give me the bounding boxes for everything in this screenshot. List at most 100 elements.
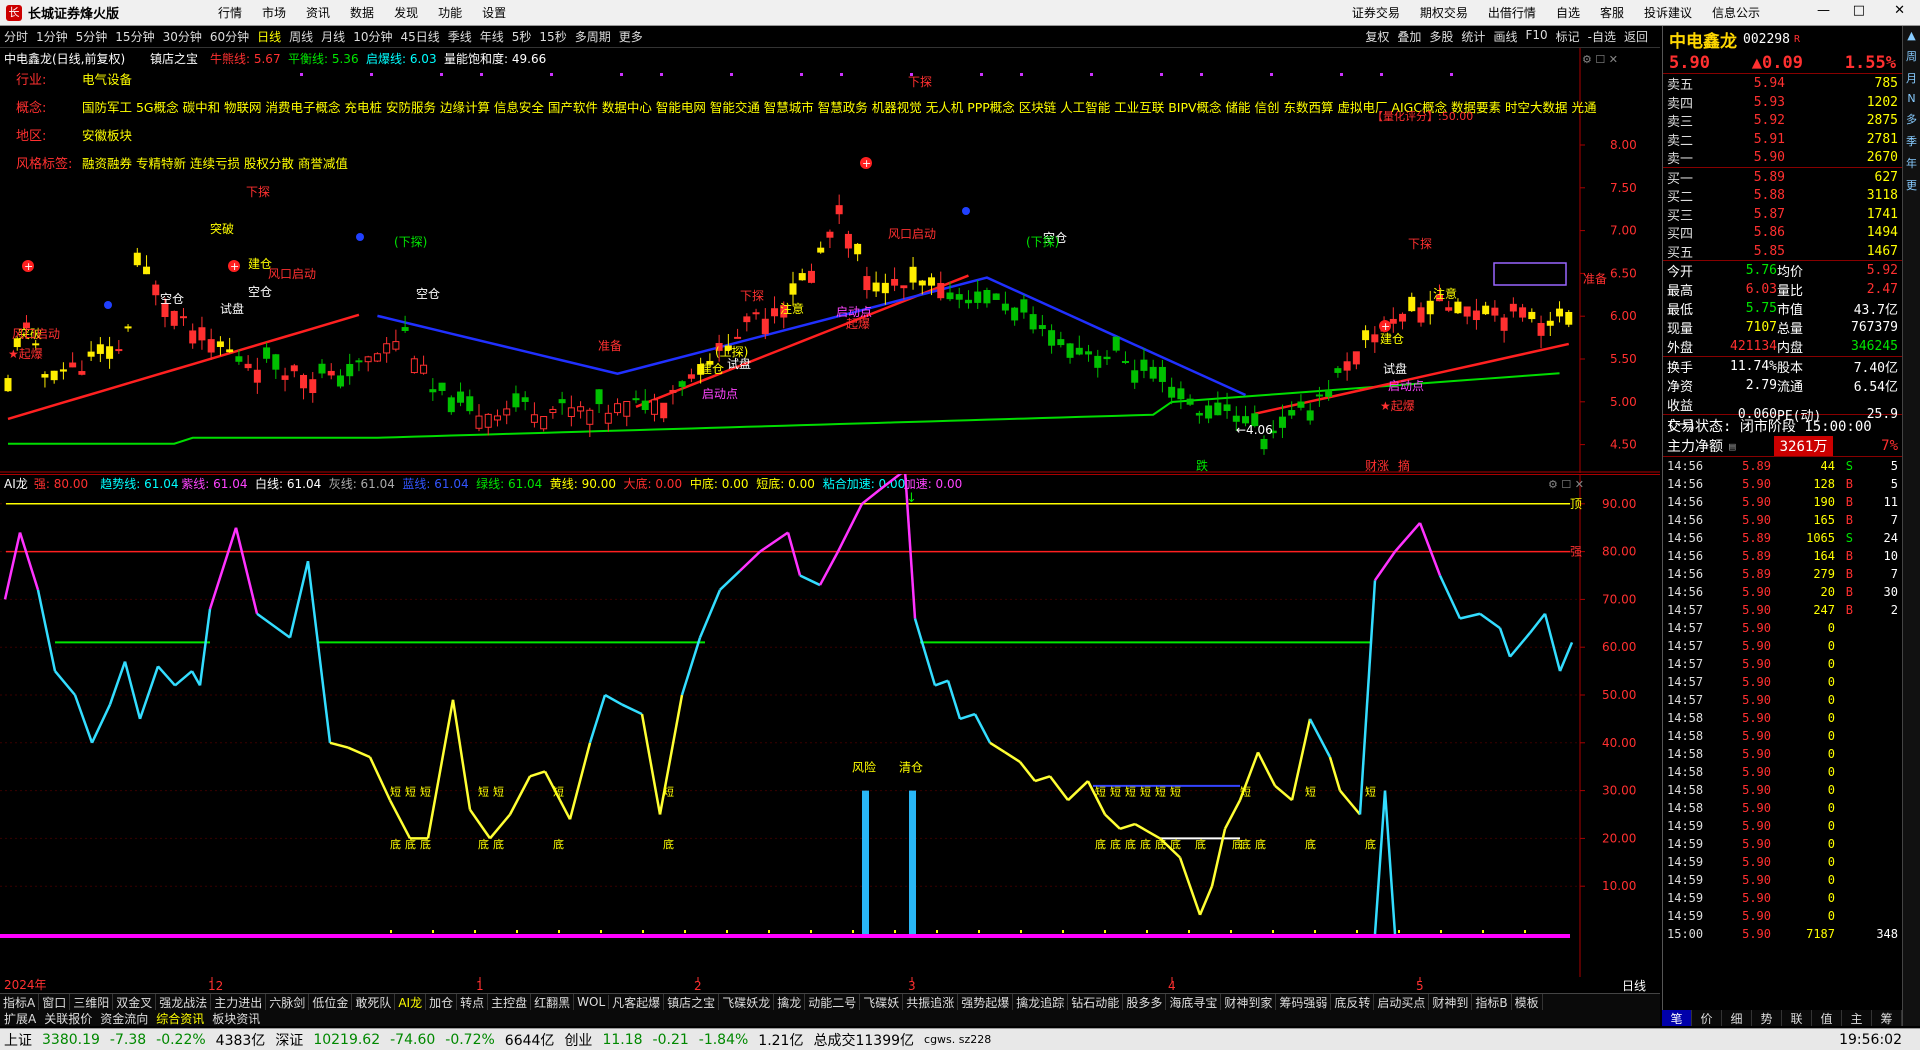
quote-tab-2[interactable]: 细: [1722, 1010, 1752, 1026]
right-menu-1[interactable]: 期权交易: [1420, 4, 1468, 21]
indicator-tab-7[interactable]: 低位金: [309, 994, 353, 1010]
kline-chart[interactable]: 8.007.507.006.506.005.505.004.504.00中电鑫龙…: [0, 48, 1660, 473]
right-menu-2[interactable]: 出借行情: [1488, 4, 1536, 21]
quote-tab-0[interactable]: 笔: [1662, 1010, 1692, 1026]
period-tab-16[interactable]: 更多: [619, 28, 643, 45]
menu-4[interactable]: 发现: [394, 6, 418, 20]
period-tab-8[interactable]: 月线: [321, 28, 345, 45]
settings-icon[interactable]: ⚙ ☐ ✕: [1582, 53, 1618, 66]
indicator-tab-13[interactable]: 红翻黑: [531, 994, 575, 1010]
side-strip-6[interactable]: 更: [1906, 177, 1917, 193]
period-tab-15[interactable]: 多周期: [575, 28, 611, 45]
right-menu-3[interactable]: 自选: [1556, 4, 1580, 21]
maximize-icon[interactable]: □: [1853, 3, 1865, 18]
menu-0[interactable]: 行情: [218, 6, 242, 20]
period-tab-2[interactable]: 5分钟: [76, 28, 108, 45]
indicator-tab-16[interactable]: 镇店之宝: [664, 994, 720, 1010]
period-tab-11[interactable]: 季线: [448, 28, 472, 45]
info-tab-2[interactable]: 资金流向: [96, 1010, 152, 1026]
indicator-tab-3[interactable]: 双金叉: [113, 994, 157, 1010]
period-tab-10[interactable]: 45日线: [400, 28, 439, 45]
toolbar-btn-2[interactable]: 多股: [1429, 28, 1453, 45]
indicator-tab-29[interactable]: 底反转: [1331, 994, 1375, 1010]
toolbar-btn-6[interactable]: 标记: [1556, 28, 1580, 45]
indicator-tab-6[interactable]: 六脉剑: [266, 994, 310, 1010]
indicator-tab-8[interactable]: 敢死队: [352, 994, 396, 1010]
toolbar-btn-4[interactable]: 画线: [1493, 28, 1517, 45]
ai-indicator-chart[interactable]: 90.00 80.00 70.00 60.00 50.00 40.00 30.00 20.00…: [0, 474, 1660, 977]
indicator-tab-23[interactable]: 擒龙追踪: [1013, 994, 1069, 1010]
menu-2[interactable]: 资讯: [306, 6, 330, 20]
quote-tab-6[interactable]: 主: [1842, 1010, 1872, 1026]
indicator-tab-18[interactable]: 擒龙: [774, 994, 806, 1010]
indicator-tab-12[interactable]: 主控盘: [488, 994, 532, 1010]
side-strip-1[interactable]: 月: [1906, 70, 1917, 86]
toolbar-btn-8[interactable]: 返回: [1624, 28, 1648, 45]
panel-settings-icon[interactable]: ⚙ ☐ ✕: [1548, 478, 1584, 491]
indicator-tab-31[interactable]: 财神到: [1429, 994, 1473, 1010]
period-tab-0[interactable]: 分时: [4, 28, 28, 45]
indicator-tab-5[interactable]: 主力进出: [211, 994, 267, 1010]
period-tab-5[interactable]: 60分钟: [210, 28, 249, 45]
tick-list[interactable]: 14:56 5.89 44 S 5 14:56 5.90 128 B 5 14:56 5.90 190 B…: [1663, 457, 1902, 943]
side-strip-0[interactable]: 周: [1906, 48, 1917, 64]
menu-6[interactable]: 设置: [482, 6, 506, 20]
close-icon[interactable]: ✕: [1894, 3, 1905, 18]
info-tab-3[interactable]: 综合资讯: [152, 1010, 208, 1026]
net-inflow-toggle-icon[interactable]: ▤: [1729, 440, 1736, 453]
quote-tab-4[interactable]: 联: [1782, 1010, 1812, 1026]
indicator-tab-24[interactable]: 钻石动能: [1068, 994, 1124, 1010]
quote-tab-3[interactable]: 势: [1752, 1010, 1782, 1026]
minimize-icon[interactable]: —: [1817, 3, 1830, 18]
indicator-tab-20[interactable]: 飞碟妖: [860, 994, 904, 1010]
quote-tab-7[interactable]: 筹: [1872, 1010, 1902, 1026]
indicator-tab-27[interactable]: 财神到家: [1221, 994, 1277, 1010]
period-tab-7[interactable]: 周线: [289, 28, 313, 45]
period-tab-13[interactable]: 5秒: [512, 28, 532, 45]
right-menu-6[interactable]: 信息公示: [1712, 4, 1760, 21]
indicator-tab-25[interactable]: 股多多: [1123, 994, 1167, 1010]
quote-tab-5[interactable]: 值: [1812, 1010, 1842, 1026]
indicator-tab-21[interactable]: 共振追涨: [903, 994, 959, 1010]
indicator-tab-22[interactable]: 强势起爆: [958, 994, 1014, 1010]
side-strip-3[interactable]: 多: [1906, 111, 1917, 127]
toolbar-btn-7[interactable]: -自选: [1588, 28, 1616, 45]
indicator-tab-11[interactable]: 转点: [457, 994, 489, 1010]
indicator-tab-32[interactable]: 指标B: [1472, 994, 1512, 1010]
toolbar-btn-3[interactable]: 统计: [1461, 28, 1485, 45]
indicator-tab-30[interactable]: 启动买点: [1374, 994, 1430, 1010]
right-menu-5[interactable]: 投诉建议: [1644, 4, 1692, 21]
right-menu-0[interactable]: 证券交易: [1352, 4, 1400, 21]
indicator-tab-0[interactable]: 指标A: [0, 994, 40, 1010]
quote-tab-1[interactable]: 价: [1692, 1010, 1722, 1026]
indicator-tab-9[interactable]: AI龙: [395, 994, 427, 1010]
arrow-up-icon[interactable]: ▲: [1907, 29, 1915, 42]
period-tab-4[interactable]: 30分钟: [163, 28, 202, 45]
side-strip-2[interactable]: N: [1907, 92, 1915, 105]
period-tab-12[interactable]: 年线: [480, 28, 504, 45]
period-tab-9[interactable]: 10分钟: [353, 28, 392, 45]
indicator-tab-33[interactable]: 模板: [1512, 994, 1543, 1010]
indicator-tab-1[interactable]: 窗口: [39, 994, 71, 1010]
info-tab-0[interactable]: 扩展A: [0, 1010, 40, 1026]
info-tab-4[interactable]: 板块资讯: [208, 1010, 264, 1026]
period-tab-14[interactable]: 15秒: [539, 28, 566, 45]
menu-5[interactable]: 功能: [438, 6, 462, 20]
toolbar-btn-1[interactable]: 叠加: [1397, 28, 1421, 45]
toolbar-btn-5[interactable]: F10: [1525, 28, 1547, 45]
side-strip-4[interactable]: 季: [1906, 133, 1917, 149]
indicator-tab-14[interactable]: WOL: [574, 995, 610, 1009]
menu-3[interactable]: 数据: [350, 6, 374, 20]
right-menu-4[interactable]: 客服: [1600, 4, 1624, 21]
menu-1[interactable]: 市场: [262, 6, 286, 20]
info-tab-1[interactable]: 关联报价: [40, 1010, 96, 1026]
side-strip-5[interactable]: 年: [1906, 155, 1917, 171]
indicator-tab-28[interactable]: 筹码强弱: [1276, 994, 1332, 1010]
period-tab-6[interactable]: 日线: [257, 28, 281, 45]
toolbar-btn-0[interactable]: 复权: [1365, 28, 1389, 45]
indicator-tab-2[interactable]: 三维阳: [70, 994, 114, 1010]
indicator-tab-19[interactable]: 动能二号: [805, 994, 861, 1010]
indicator-tab-26[interactable]: 海底寻宝: [1166, 994, 1222, 1010]
indicator-tab-15[interactable]: 凡客起爆: [609, 994, 665, 1010]
period-tab-1[interactable]: 1分钟: [36, 28, 68, 45]
